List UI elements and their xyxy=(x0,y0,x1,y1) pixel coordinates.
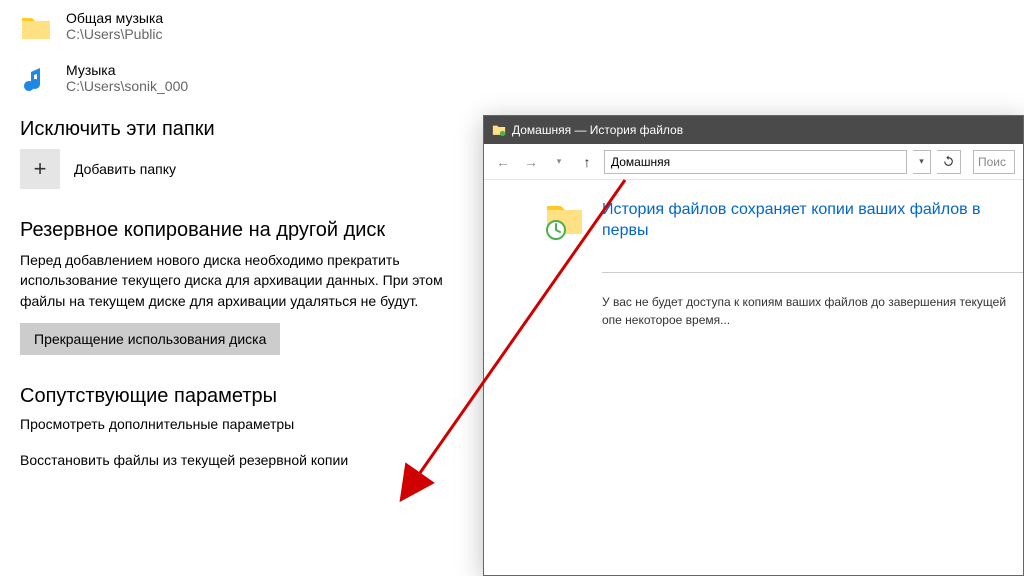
content-heading: История файлов сохраняет копии ваших фай… xyxy=(602,200,1023,242)
nav-up-button[interactable]: ↑ xyxy=(576,151,598,173)
stop-using-disk-button[interactable]: Прекращение использования диска xyxy=(20,323,280,355)
backup-disk-title: Резервное копирование на другой диск xyxy=(20,219,470,242)
music-icon xyxy=(20,64,52,96)
add-folder-label: Добавить папку xyxy=(74,161,176,177)
address-bar[interactable]: Домашняя xyxy=(604,150,907,174)
toolbar: ← → ▾ ↑ Домашняя ▾ Поис xyxy=(484,144,1023,180)
divider xyxy=(602,272,1023,273)
window-title: Домашняя — История файлов xyxy=(512,123,683,137)
address-dropdown[interactable]: ▾ xyxy=(913,150,931,174)
backup-disk-text: Перед добавлением нового диска необходим… xyxy=(20,250,470,311)
content-area: История файлов сохраняет копии ваших фай… xyxy=(484,180,1023,329)
search-input[interactable]: Поис xyxy=(973,150,1015,174)
folder-icon xyxy=(20,12,52,44)
settings-panel: Общая музыка C:\Users\Public Музыка C:\U… xyxy=(20,10,470,488)
folder-small-icon xyxy=(492,123,506,137)
refresh-button[interactable] xyxy=(937,150,961,174)
nav-back-button[interactable]: ← xyxy=(492,151,514,173)
nav-forward-button[interactable]: → xyxy=(520,151,542,173)
exclude-title: Исключить эти папки xyxy=(20,118,470,141)
search-placeholder: Поис xyxy=(978,155,1006,169)
folder-item-user-music[interactable]: Музыка C:\Users\sonik_000 xyxy=(20,62,470,96)
folder-name: Музыка xyxy=(66,62,188,78)
refresh-icon xyxy=(942,155,955,168)
add-folder-button[interactable]: + xyxy=(20,149,60,189)
link-restore-files[interactable]: Восстановить файлы из текущей резервной … xyxy=(20,452,470,468)
chevron-down-icon[interactable]: ▾ xyxy=(548,151,570,173)
folder-path: C:\Users\Public xyxy=(66,26,163,42)
folder-path: C:\Users\sonik_000 xyxy=(66,78,188,94)
plus-icon: + xyxy=(34,156,47,182)
file-history-window: Домашняя — История файлов ← → ▾ ↑ Домашн… xyxy=(483,115,1024,576)
related-title: Сопутствующие параметры xyxy=(20,385,470,408)
link-more-options[interactable]: Просмотреть дополнительные параметры xyxy=(20,416,470,432)
file-history-icon xyxy=(544,200,584,240)
address-text: Домашняя xyxy=(611,155,670,169)
folder-name: Общая музыка xyxy=(66,10,163,26)
content-body: У вас не будет доступа к копиям ваших фа… xyxy=(602,293,1023,329)
titlebar[interactable]: Домашняя — История файлов xyxy=(484,116,1023,144)
folder-item-public-music[interactable]: Общая музыка C:\Users\Public xyxy=(20,10,470,44)
